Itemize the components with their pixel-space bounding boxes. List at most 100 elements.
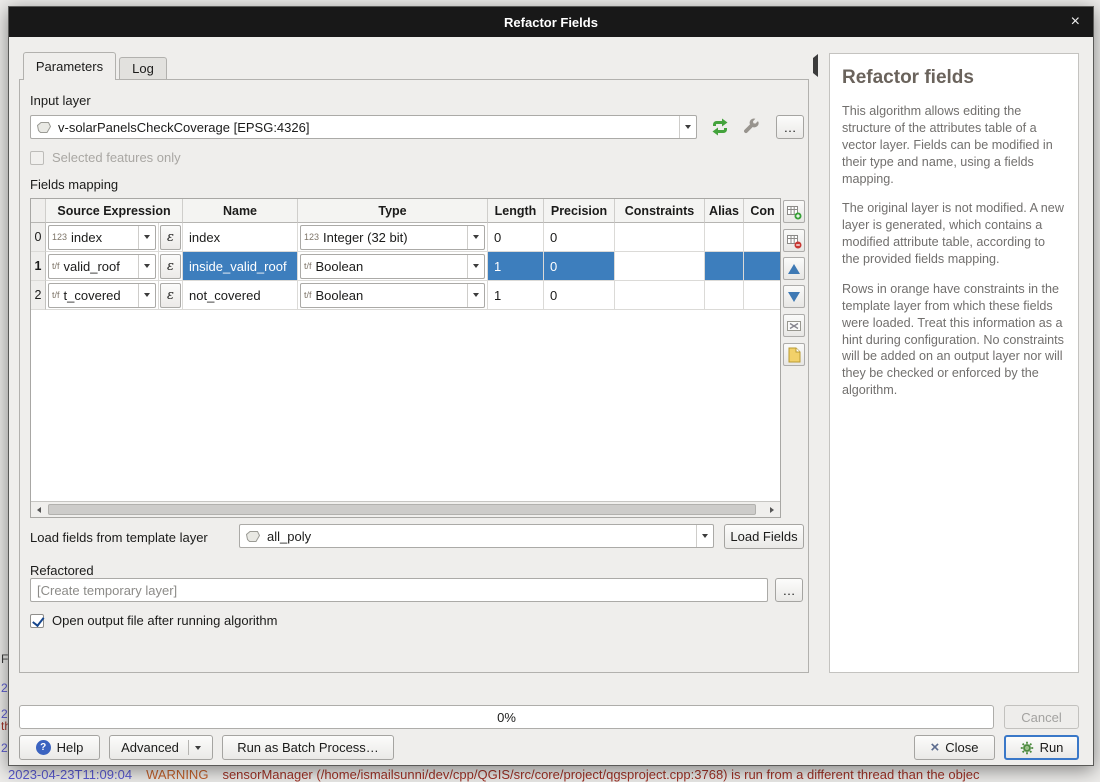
template-layer-combobox[interactable]: all_poly [239, 524, 714, 548]
col-length[interactable]: Length [488, 199, 544, 223]
cancel-button[interactable]: Cancel [1004, 705, 1079, 729]
delete-field-button[interactable] [783, 229, 805, 252]
type-cell: t/f Boolean [298, 281, 488, 310]
table-header-row: Source Expression Name Type Length Preci… [31, 199, 780, 223]
chevron-left-icon [813, 54, 818, 77]
window-title: Refactor Fields [504, 15, 598, 30]
type-combobox[interactable]: t/f Boolean [300, 283, 485, 308]
constraints-cell[interactable] [615, 252, 705, 281]
expression-editor-button[interactable]: ε [160, 254, 181, 279]
scrollbar-thumb[interactable] [48, 504, 756, 515]
corner-header-cell [31, 199, 46, 223]
name-cell[interactable]: inside_valid_roof [183, 252, 298, 281]
clear-fields-button[interactable] [783, 314, 805, 337]
type-combobox[interactable]: 123 Integer (32 bit) [300, 225, 485, 250]
constraints-cell[interactable] [615, 281, 705, 310]
precision-cell[interactable]: 0 [544, 281, 615, 310]
col-constraints[interactable]: Constraints [615, 199, 705, 223]
iterate-layer-button[interactable] [709, 116, 731, 138]
col-alias[interactable]: Alias [705, 199, 744, 223]
advanced-button[interactable]: Advanced [109, 735, 213, 760]
boolean-field-icon: t/f [304, 290, 312, 300]
source-expression-value: index [71, 230, 102, 245]
input-layer-combobox[interactable]: v-solarPanelsCheckCoverage [EPSG:4326] [30, 115, 697, 139]
help-icon: ? [36, 740, 51, 755]
boolean-field-icon: t/f [52, 261, 60, 271]
load-fields-from-layer-button[interactable] [783, 343, 805, 366]
dropdown-arrow[interactable] [696, 525, 713, 547]
length-cell[interactable]: 1 [488, 281, 544, 310]
precision-cell[interactable]: 0 [544, 223, 615, 252]
alias-cell[interactable] [705, 223, 744, 252]
boolean-field-icon: t/f [52, 290, 60, 300]
title-bar[interactable]: Refactor Fields × [9, 7, 1093, 37]
alias-cell[interactable] [705, 281, 744, 310]
constraints-cell[interactable] [615, 223, 705, 252]
fields-mapping-table[interactable]: Source Expression Name Type Length Preci… [30, 198, 781, 518]
open-output-checkbox[interactable] [30, 614, 44, 628]
col-type[interactable]: Type [298, 199, 488, 223]
alias-cell[interactable] [705, 252, 744, 281]
bg-log-partial: 2 [1, 741, 8, 755]
precision-cell[interactable]: 0 [544, 252, 615, 281]
expression-cell: ε [159, 252, 183, 281]
col-comment[interactable]: Con [744, 199, 781, 223]
delete-field-icon [786, 233, 802, 249]
col-precision[interactable]: Precision [544, 199, 615, 223]
dropdown-arrow[interactable] [138, 284, 155, 307]
dropdown-arrow[interactable] [467, 226, 484, 249]
comment-cell[interactable] [744, 281, 781, 310]
dropdown-arrow[interactable] [138, 255, 155, 278]
col-source-expression[interactable]: Source Expression [46, 199, 183, 223]
input-browse-button[interactable]: … [776, 115, 804, 139]
comment-cell[interactable] [744, 252, 781, 281]
progress-bar: 0% [19, 705, 994, 729]
run-as-batch-button[interactable]: Run as Batch Process… [222, 735, 394, 760]
dropdown-arrow[interactable] [138, 226, 155, 249]
fields-mapping-label: Fields mapping [30, 177, 118, 192]
load-fields-button[interactable]: Load Fields [724, 524, 804, 549]
row-number[interactable]: 0 [31, 223, 46, 252]
row-number[interactable]: 1 [31, 252, 46, 281]
integer-field-icon: 123 [304, 232, 319, 242]
source-expression-combobox[interactable]: t/f t_covered [48, 283, 156, 308]
source-expression-combobox[interactable]: t/f valid_roof [48, 254, 156, 279]
close-window-icon[interactable]: × [1071, 12, 1080, 32]
horizontal-scrollbar[interactable] [31, 501, 780, 517]
move-field-down-button[interactable] [783, 285, 805, 308]
length-cell[interactable]: 1 [488, 252, 544, 281]
tab-log[interactable]: Log [119, 57, 167, 79]
run-button[interactable]: Run [1004, 735, 1079, 760]
row-number[interactable]: 2 [31, 281, 46, 310]
chevron-left-icon [37, 507, 41, 513]
close-button[interactable]: × Close [914, 735, 995, 760]
expression-editor-button[interactable]: ε [160, 283, 181, 308]
collapse-help-panel-button[interactable] [813, 58, 818, 73]
comment-cell[interactable] [744, 223, 781, 252]
selected-features-row: Selected features only [30, 150, 181, 165]
output-browse-button[interactable]: … [775, 578, 803, 602]
selected-features-checkbox[interactable] [30, 151, 44, 165]
help-button[interactable]: ? Help [19, 735, 100, 760]
dropdown-arrow[interactable] [679, 116, 696, 138]
scroll-right-button[interactable] [764, 502, 780, 517]
dropdown-arrow[interactable] [467, 255, 484, 278]
type-combobox[interactable]: t/f Boolean [300, 254, 485, 279]
expression-editor-button[interactable]: ε [160, 225, 181, 250]
add-field-button[interactable] [783, 200, 805, 223]
col-name[interactable]: Name [183, 199, 298, 223]
open-output-label: Open output file after running algorithm [52, 613, 277, 628]
move-field-up-button[interactable] [783, 257, 805, 280]
wrench-settings-button[interactable] [742, 117, 762, 137]
add-field-icon [786, 204, 802, 220]
log-level: WARNING [146, 767, 208, 782]
output-destination-field[interactable]: [Create temporary layer] [30, 578, 768, 602]
name-cell[interactable]: index [183, 223, 298, 252]
name-cell[interactable]: not_covered [183, 281, 298, 310]
tab-parameters[interactable]: Parameters [23, 52, 116, 80]
polygon-layer-icon [245, 530, 261, 543]
dropdown-arrow[interactable] [467, 284, 484, 307]
source-expression-combobox[interactable]: 123 index [48, 225, 156, 250]
scroll-left-button[interactable] [31, 502, 47, 517]
length-cell[interactable]: 0 [488, 223, 544, 252]
